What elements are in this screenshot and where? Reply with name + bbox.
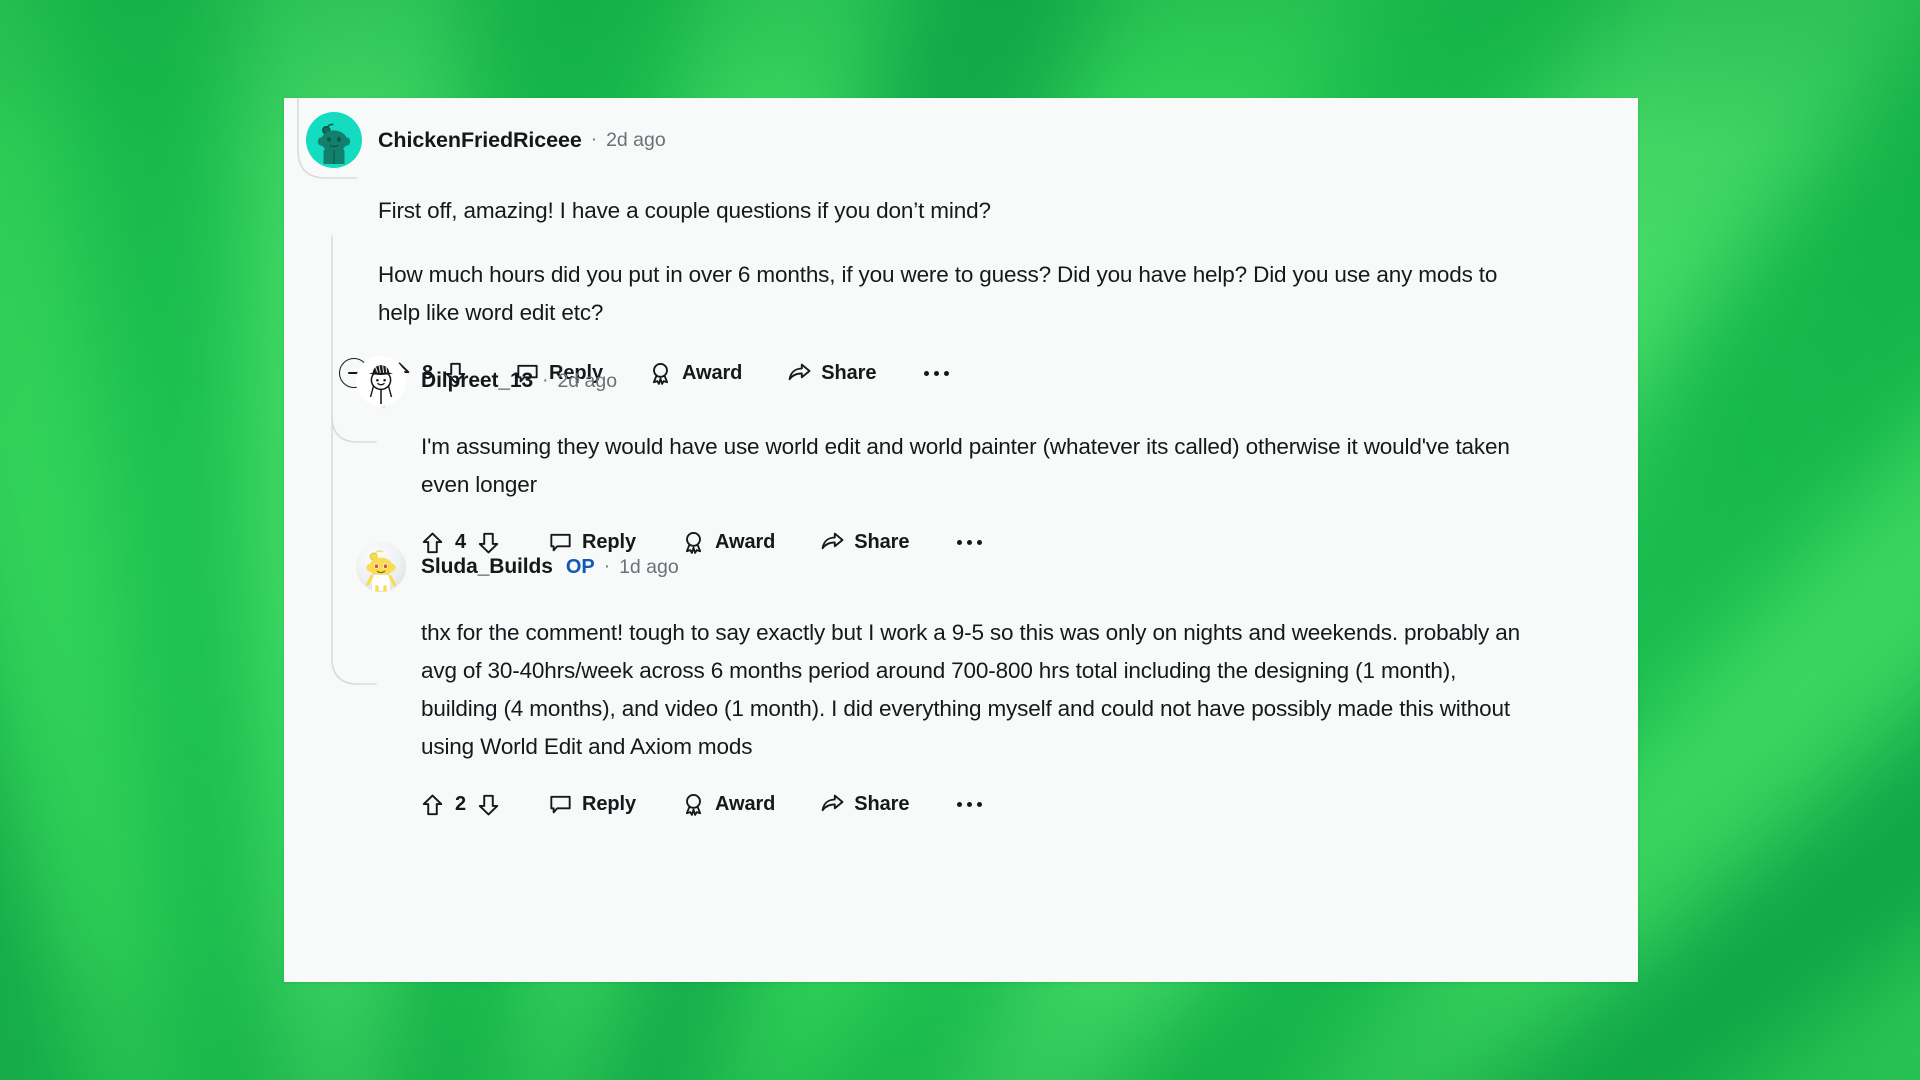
- comment-sluda-builds: Sluda_Builds OP · 1d ago thx for the com…: [356, 542, 1616, 817]
- comment-body: I'm assuming they would have use world e…: [421, 428, 1511, 504]
- comment-timestamp: 2d ago: [606, 128, 666, 151]
- award-label: Award: [715, 793, 776, 815]
- comment-chickenfriedriceee: ChickenFriedRiceee · 2d ago First off, a…: [306, 112, 1606, 388]
- comment-actions: 2 Reply Award Share: [421, 792, 1616, 817]
- meta-separator: ·: [590, 129, 598, 150]
- dot-icon: [967, 802, 973, 807]
- comment-author[interactable]: Dilpreet_13: [421, 369, 533, 393]
- more-options-button[interactable]: [957, 802, 983, 807]
- upvote-arrow-icon: [422, 794, 443, 815]
- comment-paragraph: How much hours did you put in over 6 mon…: [378, 262, 1498, 325]
- meta-separator: ·: [542, 370, 549, 391]
- comment-thread-card: ChickenFriedRiceee · 2d ago First off, a…: [284, 98, 1638, 982]
- comment-timestamp: 1d ago: [619, 555, 679, 578]
- comment-header: Sluda_Builds OP · 1d ago: [356, 542, 1616, 592]
- reply-label: Reply: [582, 793, 636, 815]
- avatar[interactable]: [306, 112, 362, 168]
- comment-paragraph: thx for the comment! tough to say exactl…: [421, 620, 1520, 759]
- meta-separator: ·: [603, 556, 611, 577]
- share-button[interactable]: Share: [820, 792, 909, 817]
- avatar[interactable]: [356, 542, 406, 592]
- dot-icon: [977, 802, 983, 807]
- comment-body: First off, amazing! I have a couple ques…: [378, 192, 1538, 332]
- snoo-yellow-avatar-icon: [356, 542, 406, 592]
- comment-author[interactable]: Sluda_Builds: [421, 555, 553, 579]
- comment-paragraph: I'm assuming they would have use world e…: [421, 434, 1510, 497]
- comment-header: Dilpreet_13 · 2d ago: [356, 356, 1616, 406]
- reply-button[interactable]: Reply: [548, 792, 636, 817]
- comment-author[interactable]: ChickenFriedRiceee: [378, 128, 582, 153]
- comment-body: thx for the comment! tough to say exactl…: [421, 614, 1521, 766]
- doodle-hat-avatar-icon: [356, 356, 406, 406]
- comment-header: ChickenFriedRiceee · 2d ago: [306, 112, 1606, 168]
- op-badge: OP: [565, 555, 595, 578]
- comment-bubble-icon: [550, 795, 571, 814]
- award-button[interactable]: Award: [681, 792, 775, 817]
- share-label: Share: [854, 793, 910, 815]
- downvote-button[interactable]: [477, 793, 500, 817]
- downvote-arrow-icon: [478, 794, 499, 815]
- vote-group: 2: [421, 793, 500, 817]
- award-medal-icon: [685, 793, 702, 816]
- dot-icon: [957, 802, 963, 807]
- comment-score: 2: [455, 793, 467, 815]
- upvote-button[interactable]: [421, 793, 444, 817]
- comment-dilpreet-13: Dilpreet_13 · 2d ago I'm assuming they w…: [356, 356, 1616, 555]
- share-arrow-icon: [821, 794, 844, 812]
- comment-paragraph: First off, amazing! I have a couple ques…: [378, 198, 991, 223]
- avatar[interactable]: [356, 356, 406, 406]
- comment-timestamp: 2d ago: [557, 369, 618, 392]
- snoo-teal-avatar-icon: [306, 112, 362, 168]
